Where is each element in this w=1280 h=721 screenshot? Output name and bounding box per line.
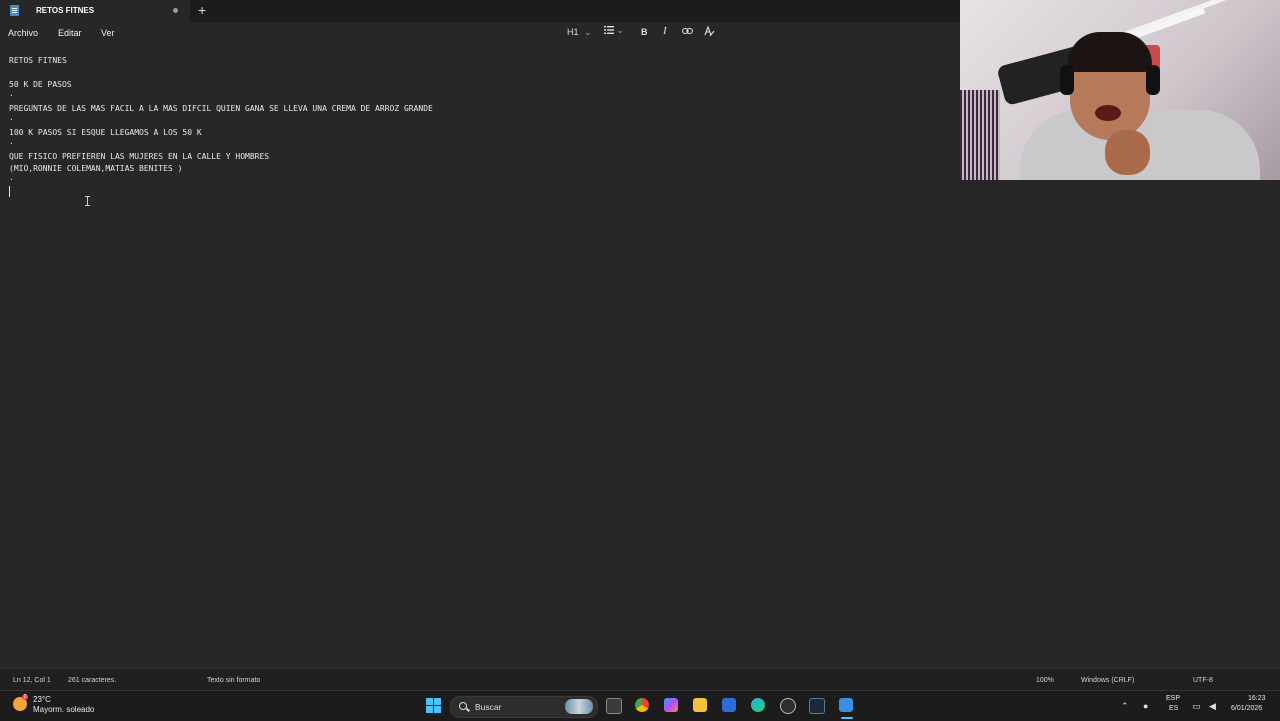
- copilot-icon[interactable]: [664, 698, 678, 712]
- heading-label: H1: [567, 27, 579, 37]
- windows-start-icon[interactable]: [426, 698, 441, 713]
- clear-formatting-button[interactable]: [704, 25, 715, 39]
- menu-editar[interactable]: Editar: [58, 28, 82, 38]
- edge-icon[interactable]: [751, 698, 765, 712]
- clock-time[interactable]: 16:23: [1248, 695, 1266, 702]
- format-mode[interactable]: Texto sin formato: [207, 677, 260, 684]
- menu-ver[interactable]: Ver: [101, 28, 115, 38]
- taskbar: 2 23°C Mayorm. soleado Buscar ⌃ ● ESP ES…: [0, 690, 1280, 721]
- tab-title: RETOS FITNES: [36, 6, 95, 15]
- task-view-icon[interactable]: [606, 698, 622, 714]
- chevron-up-icon[interactable]: ⌃: [1121, 701, 1129, 712]
- doc-line-11: .: [9, 173, 14, 182]
- doc-line-10: (MIO,RONNIE COLEMAN,MATIAS BENITES ): [9, 164, 183, 173]
- list-dropdown[interactable]: ⌄: [604, 25, 624, 38]
- status-bar: Ln 12, Col 1 261 caracteres. Texto sin f…: [0, 668, 1280, 691]
- doc-line-7: 100 K PASOS SI ESQUE LLEGAMOS A LOS 50 K: [9, 128, 202, 137]
- lang-bottom[interactable]: ES: [1169, 705, 1178, 712]
- taskbar-search[interactable]: Buscar: [450, 696, 598, 718]
- doc-line-8: .: [9, 137, 14, 146]
- doc-line-1: RETOS FITNES: [9, 56, 67, 65]
- store-icon[interactable]: [722, 698, 736, 712]
- file-explorer-icon[interactable]: [693, 698, 707, 712]
- chevron-down-icon: ⌄: [584, 27, 592, 37]
- doc-line-3: 50 K DE PASOS: [9, 80, 72, 89]
- cursor-position[interactable]: Ln 12, Col 1: [13, 677, 51, 684]
- list-icon: [604, 26, 614, 34]
- microphone-icon[interactable]: ●: [1143, 701, 1148, 711]
- chrome-icon[interactable]: [635, 698, 649, 712]
- italic-button[interactable]: I: [663, 25, 667, 37]
- lang-top[interactable]: ESP: [1166, 695, 1180, 702]
- search-highlight-image: [565, 699, 593, 714]
- tab-bar: RETOS FITNES +: [0, 0, 960, 22]
- char-count: 261 caracteres.: [68, 677, 117, 684]
- encoding[interactable]: UTF-8: [1193, 677, 1213, 684]
- doc-line-9: QUE FISICO PREFIEREN LAS MUJERES EN LA C…: [9, 152, 270, 161]
- clock-date[interactable]: 6/01/2026: [1231, 705, 1262, 712]
- weather-temp: 23°C: [33, 695, 51, 704]
- network-icon[interactable]: ▭: [1192, 701, 1201, 712]
- weather-badge: 2: [22, 694, 28, 700]
- settings-gear-icon[interactable]: [780, 698, 796, 714]
- doc-line-6: .: [9, 113, 14, 122]
- chevron-down-icon: ⌄: [616, 25, 625, 35]
- new-tab-button[interactable]: +: [198, 2, 206, 18]
- headset-icon: [1060, 65, 1074, 95]
- menu-archivo[interactable]: Archivo: [8, 28, 38, 38]
- heading-dropdown[interactable]: H1 ⌄: [567, 27, 592, 38]
- text-caret: [9, 186, 10, 197]
- line-ending[interactable]: Windows (CRLF): [1081, 677, 1134, 684]
- link-button[interactable]: [682, 26, 693, 38]
- active-app-indicator: [841, 717, 853, 719]
- link-icon: [682, 27, 693, 35]
- notepad-taskbar-icon[interactable]: [839, 698, 853, 712]
- editor-area[interactable]: RETOS FITNES 50 K DE PASOS . PREGUNTAS D…: [0, 44, 960, 668]
- tab-retos-fitnes[interactable]: RETOS FITNES: [0, 0, 190, 22]
- steam-icon[interactable]: [809, 698, 825, 714]
- mouse-ibeam-cursor: [85, 196, 90, 206]
- volume-icon[interactable]: ◀: [1209, 701, 1216, 712]
- doc-line-4: .: [9, 89, 14, 98]
- search-label: Buscar: [475, 702, 502, 712]
- search-icon: [459, 702, 467, 710]
- zoom-level[interactable]: 100%: [1036, 677, 1054, 684]
- menu-bar: Archivo Editar Ver H1 ⌄ ⌄ B I: [0, 22, 960, 44]
- weather-desc: Mayorm. soleado: [33, 705, 95, 714]
- clear-formatting-icon: [704, 25, 715, 37]
- doc-line-5: PREGUNTAS DE LAS MAS FACIL A LA MAS DIFC…: [9, 104, 433, 113]
- webcam-overlay: [960, 0, 1280, 180]
- notepad-icon: [10, 5, 19, 16]
- unsaved-dot-icon[interactable]: [173, 8, 178, 13]
- bold-button[interactable]: B: [641, 27, 648, 37]
